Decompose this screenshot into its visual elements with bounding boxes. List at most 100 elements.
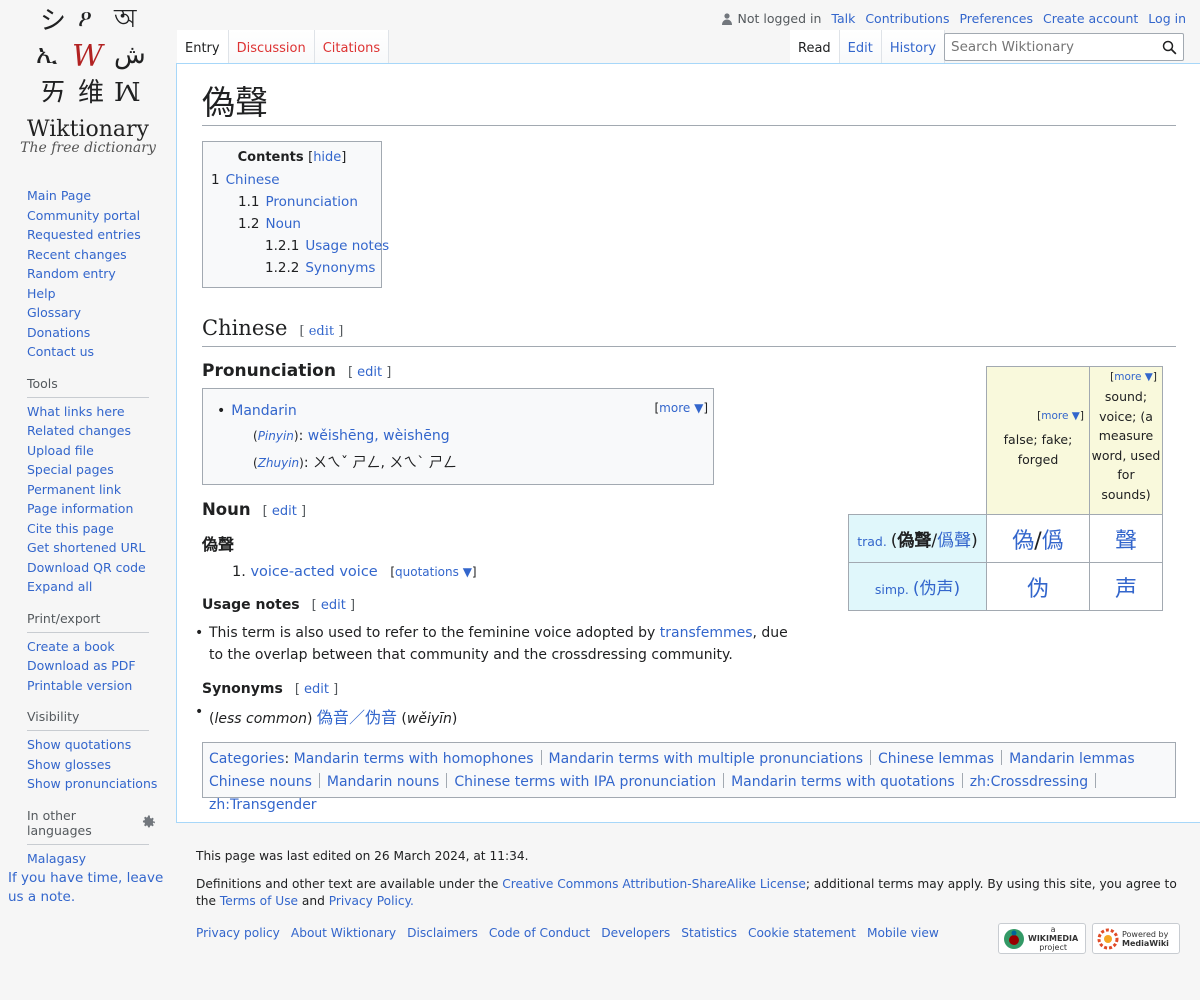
sidebar-tools-link-get-shortened-url[interactable]: Get shortened URL (27, 540, 145, 555)
sidebar-language-link-malagasy[interactable]: Malagasy (27, 851, 86, 866)
sidebar-tools-link-expand-all[interactable]: Expand all (27, 579, 92, 594)
trad-alt-link[interactable]: 僞聲 (937, 531, 971, 551)
edit-section-link[interactable]: edit (304, 682, 329, 697)
sidebar-visibility-link-show-pronunciations[interactable]: Show pronunciations (27, 776, 157, 791)
wikimedia-badge[interactable]: a WIKIMEDIA project (998, 923, 1086, 954)
toc-link-chinese[interactable]: Chinese (226, 172, 280, 188)
sidebar-nav-link-glossary[interactable]: Glossary (27, 305, 81, 320)
tab-entry[interactable]: Entry (177, 30, 229, 64)
category-link[interactable]: Mandarin terms with multiple pronunciati… (549, 751, 864, 767)
sidebar-print-link-create-a-book[interactable]: Create a book (27, 639, 115, 654)
gloss-more-toggle[interactable]: more ▼ (1114, 371, 1153, 383)
footer-link-statistics[interactable]: Statistics (681, 926, 737, 940)
zhuyin-label[interactable]: Zhuyin (258, 456, 299, 470)
sidebar-nav-link-recent-changes[interactable]: Recent changes (27, 247, 127, 262)
privacy-policy-link[interactable]: Privacy Policy. (329, 894, 414, 908)
talk-link[interactable]: Talk (831, 11, 855, 26)
tab-citations[interactable]: Citations (314, 30, 390, 64)
sidebar-tools-link-download-qr-code[interactable]: Download QR code (27, 560, 146, 575)
sidebar-tools-link-page-information[interactable]: Page information (27, 501, 133, 516)
sidebar-tools-link-special-pages[interactable]: Special pages (27, 462, 114, 477)
sidebar-visibility-link-show-glosses[interactable]: Show glosses (27, 757, 111, 772)
pinyin-value[interactable]: wěishēng, wèishēng (308, 428, 450, 444)
pron-language-link[interactable]: Mandarin (231, 403, 297, 419)
footer-link-mobile-view[interactable]: Mobile view (867, 926, 939, 940)
sidebar-tools-link-what-links-here[interactable]: What links here (27, 404, 125, 419)
char1-trad-link[interactable]: 偽 (1012, 529, 1034, 554)
tab-history[interactable]: History (881, 30, 946, 64)
toc-link-usage-notes[interactable]: Usage notes (305, 238, 389, 254)
log-in-link[interactable]: Log in (1148, 11, 1186, 26)
gloss-more-toggle[interactable]: more ▼ (1041, 410, 1080, 422)
footer-link-disclaimers[interactable]: Disclaimers (407, 926, 478, 940)
terms-link[interactable]: Terms of Use (220, 894, 298, 908)
gear-icon[interactable] (142, 815, 157, 830)
leave-note-link[interactable]: If you have time, leave us a note. (8, 869, 173, 907)
quotations-toggle[interactable]: quotations ▼ (395, 565, 472, 579)
synonym-simp-link[interactable]: 伪音 (365, 708, 397, 727)
create-account-link[interactable]: Create account (1043, 11, 1138, 26)
tab-edit[interactable]: Edit (839, 30, 882, 64)
char2-simp-link[interactable]: 声 (1115, 577, 1137, 602)
sidebar-nav-link-donations[interactable]: Donations (27, 325, 90, 340)
search-input[interactable] (945, 39, 1155, 55)
toc-link-pronunciation[interactable]: Pronunciation (265, 194, 357, 210)
sidebar-print-link-printable-version[interactable]: Printable version (27, 678, 132, 693)
sidebar-tools-link-cite-this-page[interactable]: Cite this page (27, 521, 114, 536)
toc-entry[interactable]: 1.2 Noun (211, 213, 373, 235)
toc-entry[interactable]: 1 Chinese (211, 169, 373, 191)
sidebar-nav-link-main-page[interactable]: Main Page (27, 188, 91, 203)
simp-word-link[interactable]: 伪声 (920, 579, 954, 599)
char2-trad-link[interactable]: 聲 (1115, 529, 1137, 554)
definition-link[interactable]: voice-acted voice (250, 564, 377, 580)
category-link[interactable]: Chinese terms with IPA pronunciation (454, 774, 716, 790)
toc-link-noun[interactable]: Noun (265, 216, 300, 232)
transfemmes-link[interactable]: transfemmes (660, 625, 753, 641)
toc-entry[interactable]: 1.1 Pronunciation (211, 191, 373, 213)
sidebar-nav-link-random-entry[interactable]: Random entry (27, 266, 116, 281)
edit-section-link[interactable]: edit (272, 504, 297, 519)
category-link[interactable]: Chinese lemmas (878, 751, 994, 767)
footer-link-cookie-statement[interactable]: Cookie statement (748, 926, 856, 940)
category-link[interactable]: Mandarin lemmas (1009, 751, 1135, 767)
sidebar-tools-link-permanent-link[interactable]: Permanent link (27, 482, 121, 497)
sidebar-nav-link-requested-entries[interactable]: Requested entries (27, 227, 141, 242)
preferences-link[interactable]: Preferences (959, 11, 1033, 26)
char1-simp-link[interactable]: 伪 (1027, 577, 1049, 602)
category-link[interactable]: zh:Crossdressing (970, 774, 1089, 790)
tab-read[interactable]: Read (790, 30, 840, 64)
categories-label-link[interactable]: Categories (209, 751, 284, 767)
category-link[interactable]: zh:Transgender (209, 797, 317, 813)
category-link[interactable]: Mandarin terms with homophones (294, 751, 534, 767)
tab-discussion[interactable]: Discussion (228, 30, 315, 64)
sidebar-nav-link-help[interactable]: Help (27, 286, 56, 301)
toc-link-synonyms[interactable]: Synonyms (305, 260, 375, 276)
footer-link-developers[interactable]: Developers (601, 926, 670, 940)
sidebar-tools-link-upload-file[interactable]: Upload file (27, 443, 94, 458)
category-link[interactable]: Chinese nouns (209, 774, 312, 790)
toc-hide-button[interactable]: hide (313, 150, 341, 165)
char1-alt-link[interactable]: 僞 (1042, 529, 1064, 554)
contributions-link[interactable]: Contributions (865, 11, 949, 26)
search-button[interactable] (1155, 34, 1183, 60)
simp-label[interactable]: simp. (875, 582, 909, 597)
pinyin-label[interactable]: Pinyin (258, 429, 294, 443)
sidebar-nav-link-contact-us[interactable]: Contact us (27, 344, 94, 359)
wiktionary-logo[interactable]: シ ዖ অ ኢ W ش ㄞ 维 ꟽ Wiktionary The free di… (0, 0, 176, 170)
toc-entry[interactable]: 1.2.1 Usage notes (211, 235, 389, 257)
footer-link-privacy-policy[interactable]: Privacy policy (196, 926, 280, 940)
edit-section-link[interactable]: edit (309, 324, 334, 339)
toc-entry[interactable]: 1.2.2 Synonyms (211, 257, 375, 279)
footer-link-about-wiktionary[interactable]: About Wiktionary (291, 926, 396, 940)
sidebar-visibility-link-show-quotations[interactable]: Show quotations (27, 737, 131, 752)
category-link[interactable]: Mandarin terms with quotations (731, 774, 955, 790)
edit-section-link[interactable]: edit (357, 365, 382, 380)
edit-section-link[interactable]: edit (321, 598, 346, 613)
sidebar-tools-link-related-changes[interactable]: Related changes (27, 423, 131, 438)
footer-link-code-of-conduct[interactable]: Code of Conduct (489, 926, 590, 940)
synonym-trad-link[interactable]: 偽音 (317, 708, 349, 727)
license-link[interactable]: Creative Commons Attribution-ShareAlike … (502, 877, 806, 891)
mediawiki-badge[interactable]: Powered by MediaWiki (1092, 923, 1180, 954)
pron-more-toggle[interactable]: more ▼ (659, 401, 703, 415)
trad-label[interactable]: trad. (857, 534, 887, 549)
